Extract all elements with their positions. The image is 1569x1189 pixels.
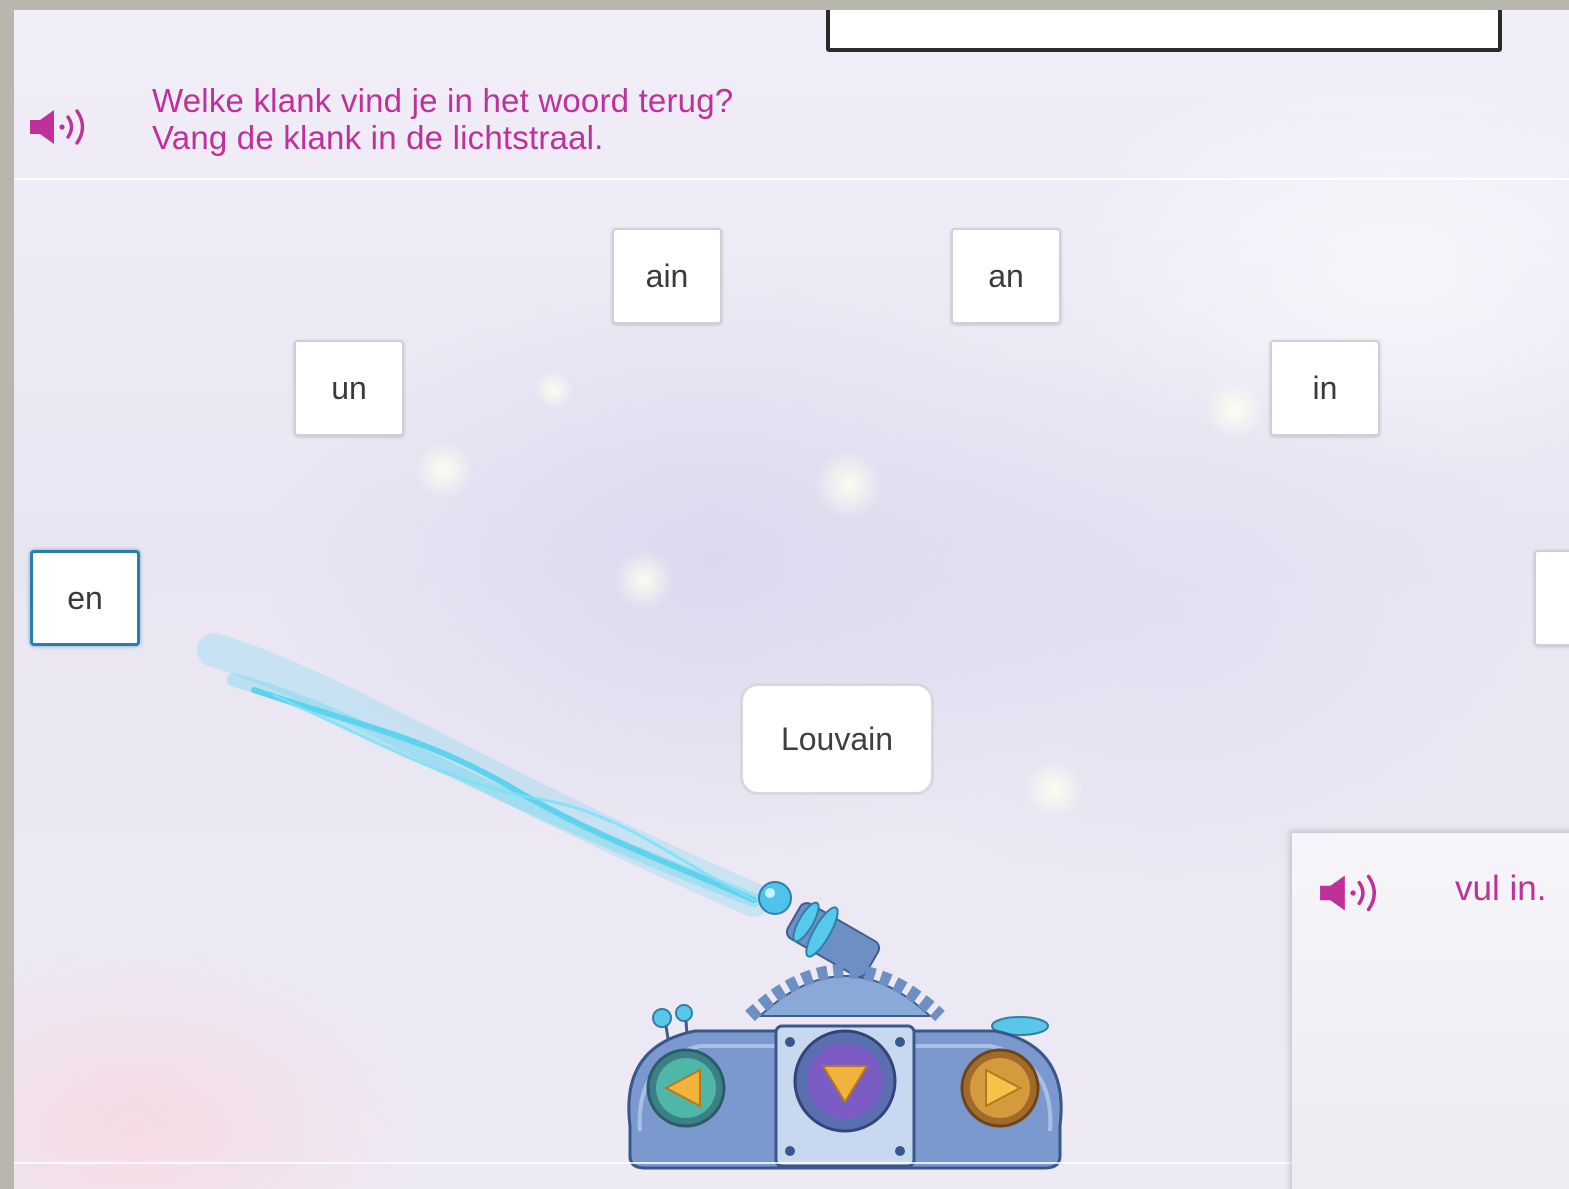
background-sparkle — [534, 370, 574, 410]
answer-box — [826, 10, 1502, 52]
sound-tile-an[interactable]: an — [951, 228, 1061, 324]
sound-tile-in[interactable]: in — [1270, 340, 1380, 436]
background-sparkle — [614, 550, 674, 610]
panel-instruction: vul in. — [1455, 869, 1547, 908]
background-sparkle — [1024, 760, 1084, 820]
speaker-icon[interactable] — [28, 106, 90, 148]
sound-tile-en[interactable]: en — [30, 550, 140, 646]
side-panel: vul in. — [1292, 833, 1569, 1189]
question-text: Welke klank vind je in het woord terug? … — [152, 82, 733, 156]
background-sparkle — [414, 440, 474, 500]
sound-tile-un[interactable]: un — [294, 340, 404, 436]
speaker-icon[interactable] — [1318, 871, 1382, 915]
cannon-barrel — [758, 881, 881, 978]
question-line-2: Vang de klank in de lichtstraal. — [152, 119, 604, 156]
header-divider — [14, 178, 1569, 180]
move-right-button[interactable] — [958, 1046, 1042, 1130]
question-line-1: Welke klank vind je in het woord terug? — [152, 82, 734, 119]
game-stage: Welke klank vind je in het woord terug? … — [14, 10, 1569, 1189]
light-beam — [197, 633, 771, 917]
sound-tile-partial[interactable] — [1534, 550, 1569, 646]
background-sparkle — [1204, 380, 1264, 440]
shoot-button[interactable] — [790, 1026, 900, 1136]
move-left-button[interactable] — [644, 1046, 728, 1130]
target-word-card: Louvain — [740, 683, 934, 795]
background-sparkle — [814, 450, 884, 520]
sound-tile-ain[interactable]: ain — [612, 228, 722, 324]
